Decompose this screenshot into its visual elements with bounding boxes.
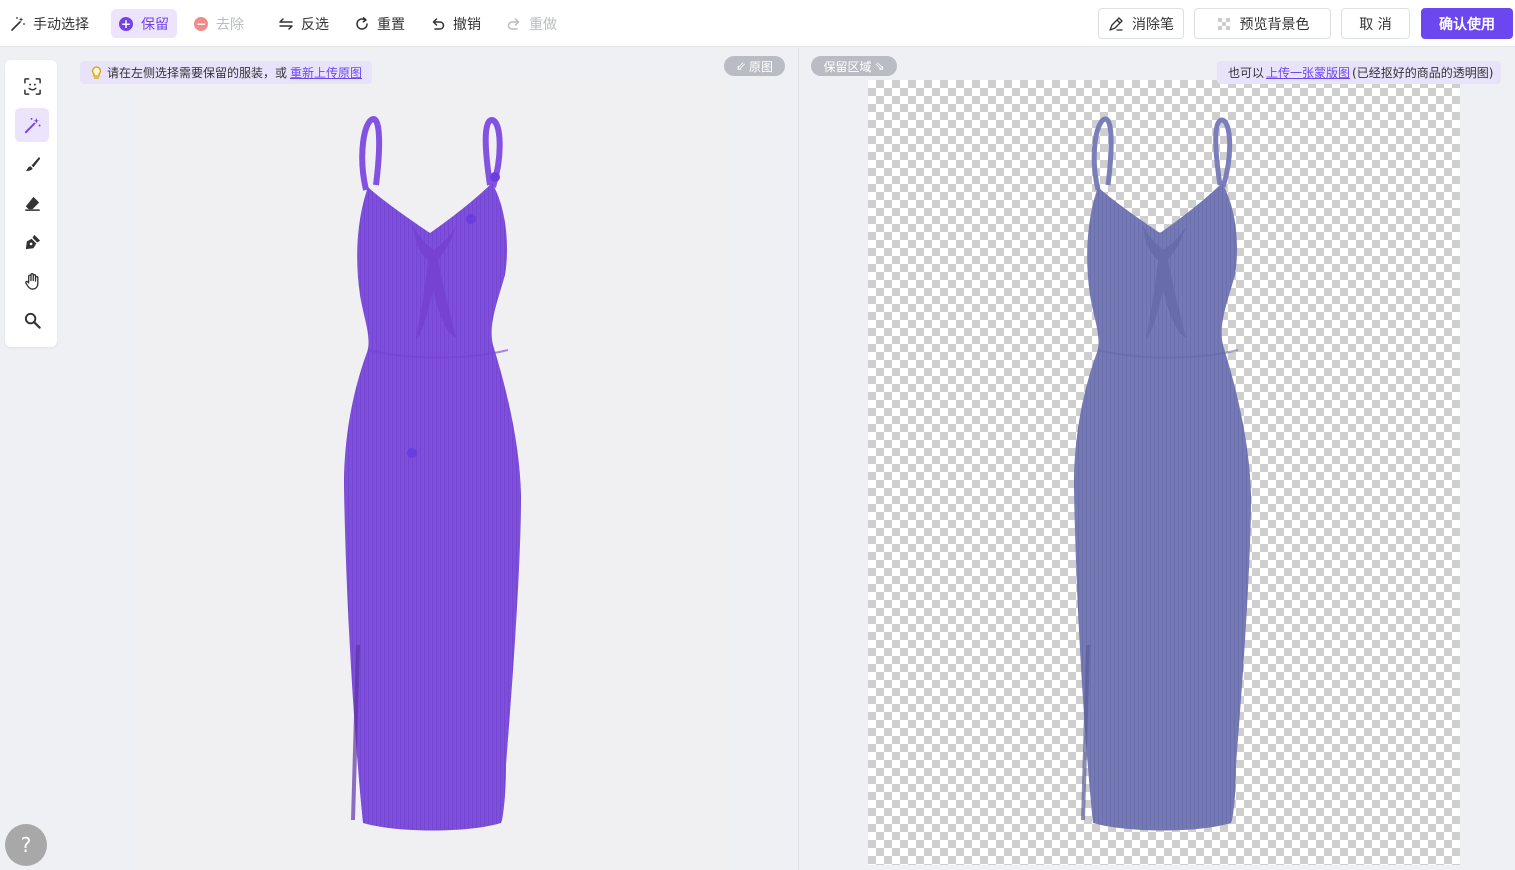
hand-tool[interactable] [15,264,49,298]
eraser-pen-button[interactable]: 消除笔 [1098,8,1184,39]
preview-canvas[interactable] [868,80,1460,865]
upload-mask-link[interactable]: 上传一张蒙版图 [1266,64,1350,81]
preview-background-label: 预览背景色 [1239,16,1310,33]
auto-detect-tool[interactable] [15,69,49,103]
eraser-pen-label: 消除笔 [1132,16,1174,33]
eraser-icon [24,196,40,211]
brush-icon [25,156,40,171]
reupload-original-link[interactable]: 重新上传原图 [290,64,362,81]
undo-label: 撤销 [453,16,481,33]
eraser-tool[interactable] [15,186,49,220]
remove-button[interactable]: − 去除 [194,9,244,38]
left-hint-text: 请在左侧选择需要保留的服装，或 [107,66,288,80]
redo-button[interactable]: 重做 [506,9,557,38]
keep-area-tag-label: 保留区域 [823,59,872,74]
reset-label: 重置 [377,16,405,33]
refresh-icon [356,16,368,30]
keep-point-marker [407,448,417,458]
magic-wand-icon [11,16,25,31]
zoom-tool[interactable] [15,303,49,337]
keep-point-marker [490,172,500,182]
brush-tool[interactable] [15,147,49,181]
reset-button[interactable]: 重置 [354,9,405,38]
remove-label: 去除 [216,16,244,33]
right-hint-banner: 也可以 上传一张蒙版图 (已经抠好的商品的透明图) [1217,61,1502,84]
redo-icon [507,17,520,30]
keep-label: 保留 [141,16,169,33]
top-toolbar: 手动选择 + 保留 − 去除 反选 重置 撤销 重做 消除笔 预览背景色 取 消… [0,0,1515,47]
plus-icon: + [119,16,133,31]
scan-icon [23,77,41,95]
pen-icon [25,234,40,249]
right-hint-suffix: (已经抠好的商品的透明图) [1352,66,1494,80]
undo-icon [432,17,445,30]
invert-label: 反选 [301,16,329,33]
masked-dress [344,116,521,831]
keep-point-marker [466,214,476,224]
original-tag-label: 原图 [749,59,774,74]
keep-area-tag[interactable]: 保留区域 ⇘ [811,56,897,76]
panel-divider [798,48,799,870]
help-label: ? [20,833,32,857]
help-button[interactable]: ? [5,824,47,866]
original-canvas[interactable] [138,80,730,870]
keep-button[interactable]: + 保留 [111,9,177,38]
manual-select-button[interactable]: 手动选择 [10,9,89,38]
swap-arrows-icon [279,17,293,30]
lightbulb-icon [92,65,101,79]
cancel-label: 取 消 [1359,16,1392,33]
undo-button[interactable]: 撤销 [430,9,481,38]
magic-wand-icon [24,117,41,133]
cutout-dress [1074,116,1251,831]
zoom-icon [24,312,41,329]
minus-icon: − [194,16,208,31]
pen-tool[interactable] [15,225,49,259]
manual-select-label: 手动选择 [33,16,89,33]
preview-background-button[interactable]: 预览背景色 [1194,8,1331,39]
collapse-arrow-icon: ⇙ [735,59,747,73]
original-tag[interactable]: ⇙ 原图 [724,56,785,76]
magic-wand-tool[interactable] [15,108,49,142]
confirm-label: 确认使用 [1439,16,1495,33]
confirm-button[interactable]: 确认使用 [1421,8,1513,39]
hand-icon [24,272,38,290]
expand-arrow-icon: ⇘ [874,59,885,73]
invert-button[interactable]: 反选 [278,9,329,38]
tool-palette [5,60,57,347]
eraser-pen-icon [1109,16,1123,31]
left-hint-banner: 请在左侧选择需要保留的服装，或 重新上传原图 [80,61,373,84]
checker-icon [1217,17,1230,30]
redo-label: 重做 [529,16,557,33]
cancel-button[interactable]: 取 消 [1341,8,1410,39]
right-hint-prefix: 也可以 [1228,66,1265,80]
